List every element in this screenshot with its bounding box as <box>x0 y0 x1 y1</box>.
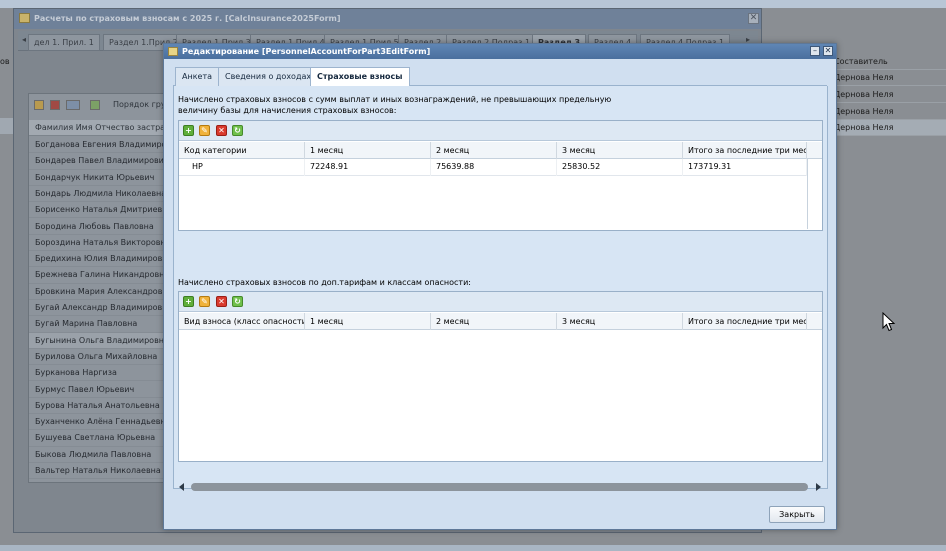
tab-scroll-left-icon[interactable]: ◂ <box>22 35 26 44</box>
list-item[interactable]: Бровкина Мария Александровна <box>29 284 177 300</box>
window-edit-icon <box>168 47 178 56</box>
list-item[interactable]: Бондарев Павел Владимирович <box>29 153 177 170</box>
outer-close-icon[interactable]: ✕ <box>748 13 759 24</box>
outer-tab[interactable]: дел 1. Прил. 1 <box>28 34 100 51</box>
column-header-month3[interactable]: 3 месяц <box>557 313 683 330</box>
list-item[interactable]: Бородина Любовь Павловна <box>29 219 177 235</box>
add-icon[interactable]: + <box>183 125 194 136</box>
grid-divider <box>807 159 808 229</box>
list-item[interactable]: Бондарь Людмила Николаевна <box>29 186 177 203</box>
cell-month3[interactable]: 25830.52 <box>557 159 683 176</box>
list-item[interactable]: Быкова Людмила Павловна <box>29 447 177 463</box>
background-grid-row: Дернова Неля <box>830 120 946 136</box>
column-header-category-code[interactable]: Код категории <box>179 142 305 159</box>
background-grid-row: Дернова Неля <box>830 104 946 120</box>
list-item[interactable]: Вальтер Наталья Николаевна <box>29 463 177 480</box>
list-item[interactable]: Брежнева Галина Никандровна <box>29 267 177 284</box>
scroll-left-arrow-icon[interactable] <box>179 483 184 491</box>
app-top-bar <box>0 0 946 8</box>
cell-category-code[interactable]: НР <box>179 159 305 176</box>
dialog-content: Начислено страховых взносов с сумм выпла… <box>173 86 828 489</box>
list-item[interactable]: Бороздина Наталья Викторовна <box>29 235 177 252</box>
list-item[interactable]: Бугай Марина Павловна <box>29 316 177 333</box>
list-item[interactable]: Борисенко Наталья Дмитриевна <box>29 202 177 219</box>
refresh-icon[interactable]: ↻ <box>232 125 243 136</box>
dialog-tab-bar: Анкета Сведения о доходах Страховые взно… <box>173 66 827 87</box>
list-item[interactable]: Бурканова Наргиза <box>29 365 177 382</box>
list-item[interactable]: Буханченко Алёна Геннадьевна <box>29 414 177 431</box>
outer-list-header[interactable]: Фамилия Имя Отчество застрахо <box>29 120 177 136</box>
outer-window-header: Расчеты по страховым взносам с 2025 г. [… <box>14 9 761 29</box>
list-item[interactable]: Бугай Александр Владимирович <box>29 300 177 317</box>
extra-tariff-grid: + ✎ ✕ ↻ Вид взноса (класс опасности) 1 м… <box>178 291 823 462</box>
list-item[interactable]: Бугынина Ольга Владимировна <box>29 332 177 349</box>
extra-tariff-grid-toolbar: + ✎ ✕ ↻ <box>179 292 822 312</box>
list-item[interactable]: Бурова Наталья Анатольевна <box>29 398 177 415</box>
scrollbar-thumb[interactable] <box>191 483 808 491</box>
outer-person-list-panel: Порядок груп Фамилия Имя Отчество застра… <box>28 93 178 483</box>
delete-icon[interactable] <box>50 100 60 110</box>
background-grid-header: Составитель <box>830 54 946 70</box>
refresh-icon[interactable] <box>90 100 100 110</box>
column-header-contribution-type[interactable]: Вид взноса (класс опасности) <box>179 313 305 330</box>
edit-icon[interactable]: ✎ <box>199 296 210 307</box>
list-item[interactable]: Бондарчук Никита Юрьевич <box>29 170 177 186</box>
mouse-cursor-icon <box>882 312 896 332</box>
column-header-month2[interactable]: 2 месяц <box>431 313 557 330</box>
window-icon <box>19 13 30 23</box>
refresh-icon[interactable]: ↻ <box>232 296 243 307</box>
close-button[interactable]: Закрыть <box>769 506 825 523</box>
dialog-title: Редактирование [PersonnelAccountForPart3… <box>182 47 431 56</box>
close-icon[interactable]: ✕ <box>823 46 833 56</box>
column-header-month2[interactable]: 2 месяц <box>431 142 557 159</box>
extra-tariff-grid-header: Вид взноса (класс опасности) 1 месяц 2 м… <box>179 313 822 330</box>
column-header-month1[interactable]: 1 месяц <box>305 142 431 159</box>
background-grid-row: Дернова Неля <box>830 70 946 86</box>
app-bottom-bar <box>0 545 946 551</box>
edit-dialog: Редактирование [PersonnelAccountForPart3… <box>163 43 837 530</box>
delete-icon[interactable]: ✕ <box>216 125 227 136</box>
column-header-month3[interactable]: 3 месяц <box>557 142 683 159</box>
cell-month2[interactable]: 75639.88 <box>431 159 557 176</box>
edit-icon[interactable]: ✎ <box>199 125 210 136</box>
contributions-grid-toolbar: + ✎ ✕ ↻ <box>179 121 822 141</box>
delete-icon[interactable]: ✕ <box>216 296 227 307</box>
list-item[interactable]: Бурмус Павел Юрьевич <box>29 382 177 398</box>
background-grid-row: Дернова Неля <box>830 87 946 103</box>
list-item[interactable]: Бредихина Юлия Владимировна <box>29 251 177 268</box>
background-left-selection <box>0 118 14 134</box>
scroll-right-arrow-icon[interactable] <box>816 483 821 491</box>
contributions-grid-header: Код категории 1 месяц 2 месяц 3 месяц Ит… <box>179 142 822 159</box>
list-item[interactable]: Бурилова Ольга Михайловна <box>29 349 177 366</box>
section1-description-line1: Начислено страховых взносов с сумм выпла… <box>178 95 612 104</box>
cell-total[interactable]: 173719.31 <box>683 159 807 176</box>
list-item[interactable]: Бушуева Светлана Юрьевна <box>29 430 177 447</box>
contributions-grid: + ✎ ✕ ↻ Код категории 1 месяц 2 месяц 3 … <box>178 120 823 231</box>
background-right-grid: Составитель Дернова Неля Дернова Неля Де… <box>830 52 946 142</box>
add-icon[interactable]: + <box>183 296 194 307</box>
tab-insurance-contributions[interactable]: Страховые взносы <box>310 67 410 87</box>
horizontal-scrollbar[interactable] <box>173 481 829 493</box>
section1-description-line2: величину базы для начисления страховых в… <box>178 106 397 115</box>
edit-icon[interactable] <box>34 100 44 110</box>
cell-month1[interactable]: 72248.91 <box>305 159 431 176</box>
table-row[interactable]: НР 72248.91 75639.88 25830.52 173719.31 <box>179 159 807 176</box>
tab-questionnaire[interactable]: Анкета <box>175 67 220 86</box>
list-item[interactable]: Богданова Евгения Владимировна <box>29 137 177 154</box>
minimize-icon[interactable]: – <box>810 46 820 56</box>
print-icon[interactable] <box>66 100 80 110</box>
column-header-total[interactable]: Итого за последние три мес... <box>683 313 807 330</box>
outer-list-toolbar: Порядок груп <box>29 94 177 116</box>
column-header-month1[interactable]: 1 месяц <box>305 313 431 330</box>
dialog-header: Редактирование [PersonnelAccountForPart3… <box>164 44 836 59</box>
outer-window-title: Расчеты по страховым взносам с 2025 г. [… <box>34 14 341 23</box>
background-left-label: ов <box>0 57 10 66</box>
tab-income-info[interactable]: Сведения о доходах <box>218 67 319 86</box>
section2-description: Начислено страховых взносов по доп.тариф… <box>178 278 471 287</box>
column-header-total[interactable]: Итого за последние три мес... <box>683 142 807 159</box>
